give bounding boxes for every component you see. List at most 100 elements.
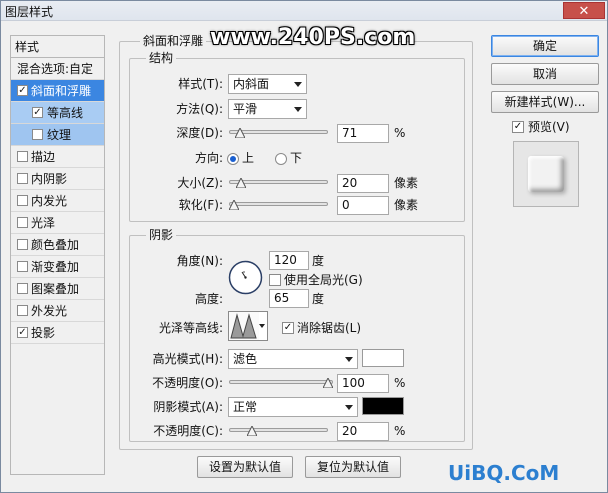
shadow-opacity-slider[interactable] <box>229 422 328 440</box>
technique-select-value: 平滑 <box>233 102 258 116</box>
cancel-button[interactable]: 取消 <box>491 63 599 85</box>
altitude-label: 高度: <box>194 292 223 306</box>
highlight-mode-select[interactable]: 滤色 <box>228 349 358 369</box>
shadow-opacity-unit: % <box>394 424 406 438</box>
shading-title: 阴影 <box>146 228 177 242</box>
sidebar-item-10[interactable]: 外发光 <box>11 300 104 322</box>
shadow-color-swatch[interactable] <box>362 397 404 415</box>
sidebar-item-9[interactable]: 图案叠加 <box>11 278 104 300</box>
gloss-contour-label: 光泽等高线: <box>158 321 223 335</box>
sidebar-item-checkbox[interactable] <box>17 239 28 250</box>
sidebar-item-blend-options[interactable]: 混合选项:自定 <box>11 58 104 80</box>
bevel-group-title: 斜面和浮雕 <box>140 34 207 48</box>
sidebar-list: ✓ 斜面和浮雕 ✓ 等高线 纹理 描边 内阴影 内发光 光泽 颜色叠加 渐变叠加 图案叠加 外发光 ✓ 投影 <box>11 80 104 344</box>
preview-swatch <box>528 156 564 192</box>
depth-slider[interactable] <box>229 124 328 142</box>
sidebar-item-8[interactable]: 渐变叠加 <box>11 256 104 278</box>
sidebar-item-6[interactable]: 光泽 <box>11 212 104 234</box>
highlight-opacity-slider[interactable] <box>229 374 333 392</box>
angle-dial[interactable] <box>228 260 263 295</box>
size-label: 大小(Z): <box>177 176 223 190</box>
soften-slider[interactable] <box>229 196 328 214</box>
reset-default-button[interactable]: 复位为默认值 <box>305 456 401 478</box>
sidebar-item-checkbox[interactable] <box>32 129 43 140</box>
structure-title: 结构 <box>146 51 177 65</box>
highlight-opacity-input[interactable]: 100 <box>337 374 389 393</box>
sidebar-item-5[interactable]: 内发光 <box>11 190 104 212</box>
highlight-color-swatch[interactable] <box>362 349 404 367</box>
depth-unit: % <box>394 126 406 140</box>
shadow-opacity-input[interactable]: 20 <box>337 422 389 441</box>
chevron-down-icon <box>294 107 302 112</box>
sidebar-item-checkbox[interactable] <box>17 261 28 272</box>
ok-button[interactable]: 确定 <box>491 35 599 57</box>
sidebar-item-checkbox[interactable]: ✓ <box>32 107 43 118</box>
window-title: 图层样式 <box>5 5 54 19</box>
chevron-down-icon <box>294 82 302 87</box>
direction-up-radio[interactable] <box>227 153 239 165</box>
sidebar-item-2[interactable]: 纹理 <box>11 124 104 146</box>
sidebar-item-checkbox[interactable]: ✓ <box>17 85 28 96</box>
size-slider-thumb[interactable] <box>236 178 246 188</box>
style-select[interactable]: 内斜面 <box>228 74 307 94</box>
sidebar-item-label: 投影 <box>31 326 56 340</box>
layer-style-dialog: 图层样式 ✕ 样式 混合选项:自定 ✓ 斜面和浮雕 ✓ 等高线 纹理 描边 内阴影 内发光 光泽… <box>0 0 608 493</box>
sidebar-item-checkbox[interactable] <box>17 217 28 228</box>
global-light-checkbox[interactable] <box>269 274 281 286</box>
sidebar-item-3[interactable]: 描边 <box>11 146 104 168</box>
altitude-input[interactable]: 65 <box>269 289 309 308</box>
shadow-opacity-thumb[interactable] <box>247 426 257 436</box>
sidebar-header: 样式 <box>11 36 104 58</box>
sidebar-item-checkbox[interactable] <box>17 195 28 206</box>
direction-down-radio[interactable] <box>275 153 287 165</box>
chevron-down-icon <box>259 324 265 328</box>
sidebar-item-label: 图案叠加 <box>31 282 80 296</box>
sidebar-item-11[interactable]: ✓ 投影 <box>11 322 104 344</box>
shadow-mode-select[interactable]: 正常 <box>228 397 358 417</box>
new-style-button[interactable]: 新建样式(W)... <box>491 91 599 113</box>
direction-up-label: 上 <box>242 151 255 165</box>
highlight-mode-value: 滤色 <box>233 352 258 366</box>
sidebar-item-0[interactable]: ✓ 斜面和浮雕 <box>11 80 104 102</box>
angle-dial-icon <box>228 260 263 295</box>
angle-input[interactable]: 120 <box>269 251 309 270</box>
shadow-mode-label: 阴影模式(A): <box>153 400 223 414</box>
soften-slider-thumb[interactable] <box>229 200 239 210</box>
highlight-opacity-track <box>229 380 333 384</box>
sidebar-item-1[interactable]: ✓ 等高线 <box>11 102 104 124</box>
sidebar-item-checkbox[interactable] <box>17 173 28 184</box>
size-slider[interactable] <box>229 174 328 192</box>
highlight-opacity-thumb[interactable] <box>323 378 333 388</box>
title-bar[interactable]: 图层样式 ✕ <box>1 1 607 21</box>
preview-label: 预览(V) <box>528 120 570 134</box>
sidebar-item-checkbox[interactable] <box>17 283 28 294</box>
sidebar-item-label: 内发光 <box>31 194 68 208</box>
sidebar-item-checkbox[interactable]: ✓ <box>17 327 28 338</box>
depth-slider-thumb[interactable] <box>235 128 245 138</box>
depth-label: 深度(D): <box>176 126 223 140</box>
technique-select[interactable]: 平滑 <box>228 99 307 119</box>
soften-unit: 像素 <box>394 198 419 212</box>
antialias-checkbox[interactable]: ✓ <box>282 322 294 334</box>
depth-input[interactable]: 71 <box>337 124 389 143</box>
technique-label: 方法(Q): <box>176 102 223 116</box>
soften-input[interactable]: 0 <box>337 196 389 215</box>
shadow-mode-value: 正常 <box>233 400 258 414</box>
style-label: 样式(T): <box>178 77 223 91</box>
size-input[interactable]: 20 <box>337 174 389 193</box>
direction-down-label: 下 <box>290 151 303 165</box>
sidebar-item-4[interactable]: 内阴影 <box>11 168 104 190</box>
sidebar-item-7[interactable]: 颜色叠加 <box>11 234 104 256</box>
chevron-down-icon <box>345 405 353 410</box>
altitude-unit: 度 <box>312 292 325 306</box>
contour-curve-icon <box>229 312 259 340</box>
sidebar-item-checkbox[interactable] <box>17 151 28 162</box>
gloss-contour-picker[interactable] <box>228 311 268 341</box>
sidebar-item-label: 纹理 <box>47 128 72 142</box>
close-icon[interactable]: ✕ <box>563 2 605 19</box>
style-select-value: 内斜面 <box>233 77 270 91</box>
preview-checkbox[interactable]: ✓ <box>512 121 524 133</box>
sidebar-item-checkbox[interactable] <box>17 305 28 316</box>
shadow-opacity-label: 不透明度(C): <box>153 424 223 438</box>
set-default-button[interactable]: 设置为默认值 <box>197 456 293 478</box>
